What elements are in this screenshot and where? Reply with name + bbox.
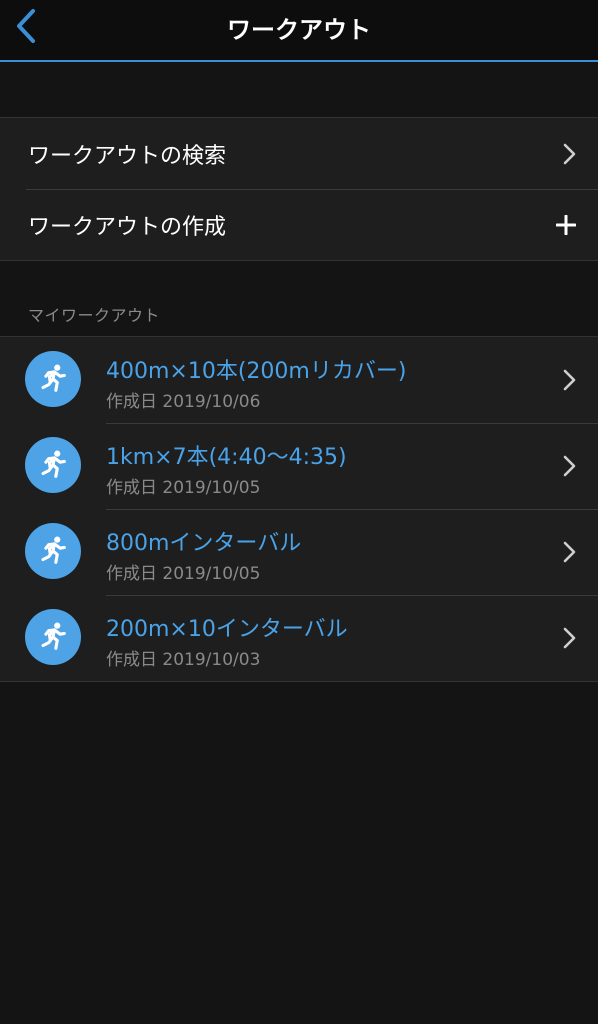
create-workout-row[interactable]: ワークアウトの作成 bbox=[0, 189, 598, 260]
workout-title: 800mインターバル bbox=[106, 531, 302, 556]
workout-menu: ワークアウトの検索 ワークアウトの作成 bbox=[0, 117, 598, 261]
page-title: ワークアウト bbox=[227, 16, 371, 44]
running-icon bbox=[25, 437, 81, 493]
workout-list-item[interactable]: 800mインターバル 作成日 2019/10/05 bbox=[0, 509, 598, 595]
workout-list-item[interactable]: 200m×10インターバル 作成日 2019/10/03 bbox=[0, 595, 598, 681]
chevron-right-icon bbox=[563, 369, 576, 391]
chevron-right-icon bbox=[563, 541, 576, 563]
search-workouts-label: ワークアウトの検索 bbox=[28, 143, 227, 169]
workout-created-date: 作成日 2019/10/06 bbox=[106, 392, 261, 412]
chevron-right-icon bbox=[563, 455, 576, 477]
workout-title: 400m×10本(200mリカバー) bbox=[106, 359, 407, 384]
my-workouts-section-label: マイワークアウト bbox=[28, 306, 161, 325]
running-icon bbox=[25, 523, 81, 579]
workout-title: 1km×7本(4:40〜4:35) bbox=[106, 445, 347, 470]
nav-header: ワークアウト bbox=[0, 0, 598, 62]
my-workouts-list: 400m×10本(200mリカバー) 作成日 2019/10/06 1km×7本… bbox=[0, 336, 598, 682]
chevron-right-icon bbox=[563, 143, 576, 164]
search-workouts-row[interactable]: ワークアウトの検索 bbox=[0, 118, 598, 189]
running-icon bbox=[25, 351, 81, 407]
workout-title: 200m×10インターバル bbox=[106, 617, 348, 642]
workout-created-date: 作成日 2019/10/03 bbox=[106, 650, 261, 670]
workout-created-date: 作成日 2019/10/05 bbox=[106, 564, 261, 584]
workout-list-item[interactable]: 1km×7本(4:40〜4:35) 作成日 2019/10/05 bbox=[0, 423, 598, 509]
running-icon bbox=[25, 609, 81, 665]
create-workout-label: ワークアウトの作成 bbox=[28, 214, 227, 240]
workout-created-date: 作成日 2019/10/05 bbox=[106, 478, 261, 498]
chevron-right-icon bbox=[563, 627, 576, 649]
workout-list-item[interactable]: 400m×10本(200mリカバー) 作成日 2019/10/06 bbox=[0, 337, 598, 423]
plus-icon bbox=[556, 214, 576, 235]
